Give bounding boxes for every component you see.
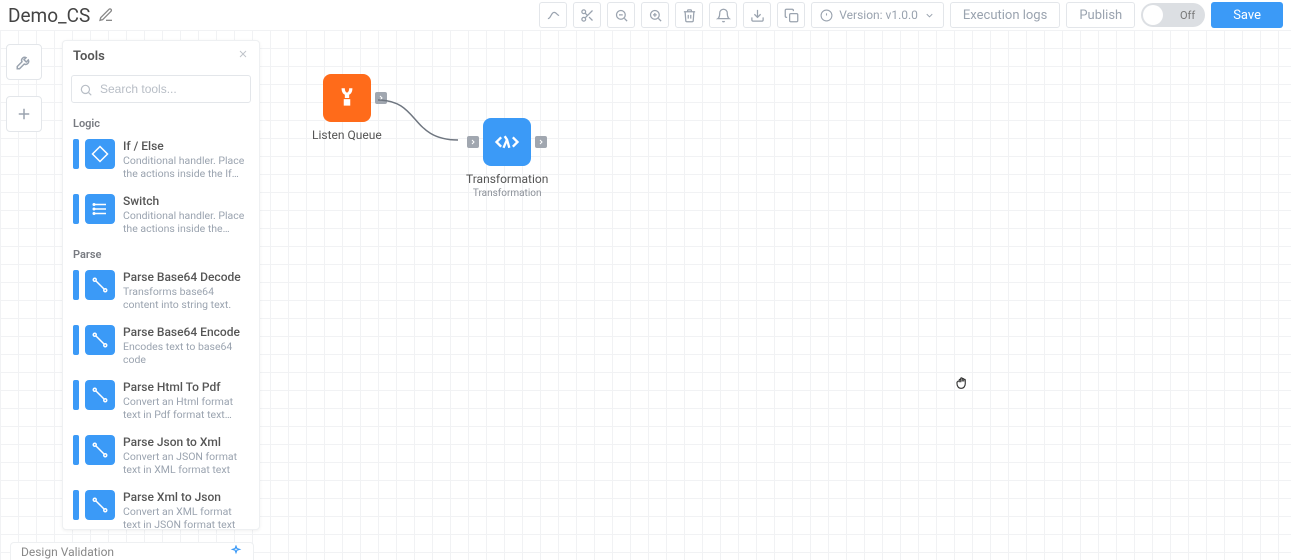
tool-desc: Convert an XML format text in JSON forma… <box>123 505 249 529</box>
transform-icon <box>85 380 115 410</box>
transform-icon <box>85 325 115 355</box>
zoom-in-icon[interactable] <box>641 2 669 28</box>
transform-icon <box>85 270 115 300</box>
rabbit-icon <box>334 85 360 111</box>
close-icon[interactable] <box>237 48 249 64</box>
node-sublabel: Transformation <box>473 188 542 199</box>
node-transformation[interactable] <box>483 118 531 166</box>
tool-desc: Transforms base64 content into string te… <box>123 285 249 311</box>
tool-item-parse-b64-decode[interactable]: Parse Base64 Decode Transforms base64 co… <box>63 263 259 318</box>
toggle-knob-icon <box>1143 5 1163 25</box>
tool-desc: Convert an JSON format text in XML forma… <box>123 450 249 476</box>
version-label: Version: v1.0.0 <box>839 8 918 22</box>
tool-title: If / Else <box>123 139 249 154</box>
search-input[interactable] <box>71 75 251 103</box>
cut-icon[interactable] <box>573 2 601 28</box>
tool-item-switch[interactable]: Switch Conditional handler. Place the ac… <box>63 187 259 242</box>
design-validation-panel[interactable]: Design Validation <box>10 542 254 560</box>
tool-desc: Convert an Html format text in Pdf forma… <box>123 395 249 421</box>
execution-logs-button[interactable]: Execution logs <box>950 2 1060 28</box>
bell-icon[interactable] <box>709 2 737 28</box>
branch-icon <box>85 139 115 169</box>
section-parse-label: Parse <box>63 242 259 263</box>
version-button[interactable]: Version: v1.0.0 <box>811 2 944 28</box>
port-in-icon[interactable] <box>467 136 479 148</box>
tools-panel-title: Tools <box>73 49 105 64</box>
node-label: Listen Queue <box>312 128 382 142</box>
section-logic-label: Logic <box>63 111 259 132</box>
node-label: Transformation <box>466 172 548 186</box>
search-icon <box>79 82 93 96</box>
lambda-icon <box>493 128 521 156</box>
save-button[interactable]: Save <box>1211 2 1283 28</box>
zoom-out-icon[interactable] <box>607 2 635 28</box>
tool-title: Parse Base64 Encode <box>123 325 249 340</box>
tool-title: Parse Json to Xml <box>123 435 249 450</box>
transform-icon <box>85 435 115 465</box>
tool-desc: Encodes text to base64 code <box>123 340 249 366</box>
toggle-label: Off <box>1180 9 1195 22</box>
transform-icon <box>85 490 115 520</box>
tool-desc: Conditional handler. Place the actions i… <box>123 209 249 235</box>
tool-drag-handle-icon <box>73 380 79 410</box>
tool-drag-handle-icon <box>73 435 79 465</box>
tool-item-if-else[interactable]: If / Else Conditional handler. Place the… <box>63 132 259 187</box>
page-title: Demo_CS <box>8 4 90 27</box>
tool-item-parse-html-pdf[interactable]: Parse Html To Pdf Convert an Html format… <box>63 373 259 428</box>
tool-drag-handle-icon <box>73 490 79 520</box>
chevron-down-icon <box>924 10 935 21</box>
tool-drag-handle-icon <box>73 194 79 224</box>
tool-title: Parse Html To Pdf <box>123 380 249 395</box>
tool-title: Parse Base64 Decode <box>123 270 249 285</box>
tool-drag-handle-icon <box>73 270 79 300</box>
tool-title: Parse Xml to Json <box>123 490 249 505</box>
tool-drag-handle-icon <box>73 139 79 169</box>
publish-button[interactable]: Publish <box>1066 2 1135 28</box>
tools-panel: Tools Logic If / Else Conditional handle… <box>62 40 260 530</box>
trash-icon[interactable] <box>675 2 703 28</box>
switch-icon <box>85 194 115 224</box>
flow-curve-icon[interactable] <box>539 2 567 28</box>
tool-item-parse-xml-json[interactable]: Parse Xml to Json Convert an XML format … <box>63 483 259 529</box>
copy-icon[interactable] <box>777 2 805 28</box>
node-listen-queue[interactable] <box>323 74 371 122</box>
bottom-panel-label: Design Validation <box>21 545 114 559</box>
tool-item-parse-b64-encode[interactable]: Parse Base64 Encode Encodes text to base… <box>63 318 259 373</box>
tool-item-parse-json-xml[interactable]: Parse Json to Xml Convert an JSON format… <box>63 428 259 483</box>
tool-title: Switch <box>123 194 249 209</box>
runtime-toggle[interactable]: Off <box>1141 3 1205 27</box>
port-out-icon[interactable] <box>535 136 547 148</box>
tool-drag-handle-icon <box>73 325 79 355</box>
download-icon[interactable] <box>743 2 771 28</box>
edit-title-icon[interactable] <box>98 7 114 23</box>
magic-icon <box>229 545 243 559</box>
tools-icon[interactable] <box>6 44 42 80</box>
port-out-icon[interactable] <box>375 92 387 104</box>
tool-desc: Conditional handler. Place the actions i… <box>123 154 249 180</box>
add-icon[interactable] <box>6 96 42 132</box>
grab-cursor-icon <box>954 374 972 392</box>
